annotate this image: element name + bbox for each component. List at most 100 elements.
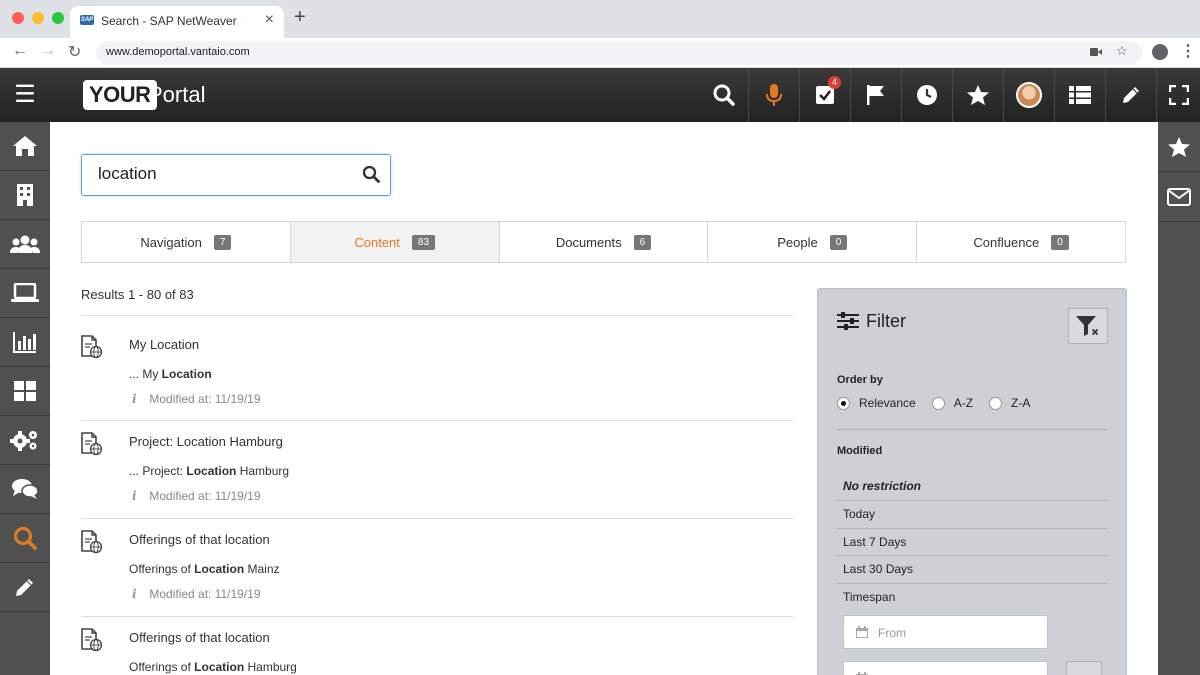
radio-z-a[interactable] <box>989 396 1003 410</box>
filter-divider <box>837 429 1107 430</box>
result-meta: i Modified at: 11/19/19 <box>132 392 261 406</box>
modified-option-last-7-days[interactable]: Last 7 Days <box>843 528 1107 556</box>
modified-option-timespan[interactable]: Timespan <box>843 583 1107 611</box>
apply-timespan-button[interactable] <box>1066 661 1102 675</box>
modified-option-today[interactable]: Today <box>843 500 1107 528</box>
result-snippet: ... My Location <box>129 367 212 381</box>
result-snippet: Offerings of Location Mainz <box>129 562 280 576</box>
results-count: Results 1 - 80 of 83 <box>81 287 194 302</box>
logo-mark[interactable]: YOUR <box>83 80 157 110</box>
edit-pencil-icon[interactable] <box>1105 68 1156 122</box>
tab-documents[interactable]: Documents 6 <box>498 222 708 262</box>
result-snippet: Offerings of Location Hamburg <box>129 660 297 674</box>
microphone-icon[interactable] <box>748 68 799 122</box>
sidebar-item-computer[interactable] <box>0 269 50 318</box>
radio-label-z-a[interactable]: Z-A <box>1011 396 1030 410</box>
result-category-tabs: Navigation 7 Content 83 Documents 6 Peop… <box>81 221 1126 263</box>
sidebar-item-reports[interactable] <box>0 318 50 367</box>
radio-relevance[interactable] <box>837 396 850 410</box>
grid-icon <box>14 381 36 401</box>
browser-profile-icon[interactable] <box>1152 44 1168 60</box>
sidebar-item-home[interactable] <box>0 122 50 171</box>
maximize-window-button[interactable] <box>52 12 64 24</box>
tab-navigation[interactable]: Navigation 7 <box>82 222 290 262</box>
left-sidebar <box>0 122 50 675</box>
flag-icon[interactable] <box>850 68 901 122</box>
browser-tab[interactable]: SAP Search - SAP NetWeaver Portal × <box>70 6 284 38</box>
portal-header: ☰ YOUR Portal 4 <box>0 68 1200 122</box>
url-bar[interactable]: www.demoportal.vantaio.com ☆ <box>96 41 1142 65</box>
from-date-field[interactable]: From <box>843 615 1048 649</box>
tab-confluence[interactable]: Confluence 0 <box>916 222 1125 262</box>
calendar-icon <box>856 626 868 638</box>
info-icon: i <box>132 587 137 601</box>
sidebar-item-chat[interactable] <box>0 465 50 514</box>
user-avatar[interactable] <box>1003 68 1054 122</box>
clear-filter-button[interactable] <box>1068 308 1108 344</box>
fullscreen-icon[interactable] <box>1156 68 1200 122</box>
result-meta: i Modified at: 11/19/19 <box>132 489 261 503</box>
clock-icon[interactable] <box>901 68 952 122</box>
star-icon <box>1168 136 1190 157</box>
building-icon <box>17 184 33 206</box>
camera-icon[interactable] <box>1090 45 1102 60</box>
tab-count-badge: 83 <box>411 234 436 250</box>
info-icon: i <box>132 392 137 406</box>
web-document-icon <box>81 628 103 657</box>
minimize-window-button[interactable] <box>32 12 44 24</box>
radio-label-relevance[interactable]: Relevance <box>859 396 916 410</box>
browser-menu-icon[interactable]: ⋮ <box>1180 41 1196 61</box>
tab-label: People <box>777 234 818 250</box>
gears-icon <box>10 431 37 451</box>
filter-clear-icon <box>1076 316 1100 337</box>
search-input[interactable] <box>98 164 348 184</box>
tab-people[interactable]: People 0 <box>707 222 916 262</box>
radio-label-a-z[interactable]: A-Z <box>954 396 973 410</box>
result-meta: i Modified at: 11/19/19 <box>132 587 261 601</box>
sidebar-item-dashboard[interactable] <box>0 367 50 416</box>
back-arrow-icon[interactable]: ← <box>12 42 28 60</box>
sidebar-item-edit[interactable] <box>0 563 50 612</box>
bookmark-star-icon[interactable]: ☆ <box>1116 43 1128 59</box>
search-box <box>81 154 391 196</box>
result-snippet: ... Project: Location Hamburg <box>129 464 290 478</box>
result-title-link[interactable]: Offerings of that location <box>129 532 270 547</box>
users-icon <box>10 235 40 253</box>
hamburger-menu-icon[interactable]: ☰ <box>0 68 50 122</box>
to-date-field[interactable] <box>843 661 1048 675</box>
header-search-icon[interactable] <box>698 68 749 122</box>
result-title-link[interactable]: Offerings of that location <box>129 630 270 645</box>
search-submit-icon[interactable] <box>362 165 380 188</box>
tab-content[interactable]: Content 83 <box>289 222 499 262</box>
filter-panel: Filter Order by Relevance A-Z Z-A Modifi… <box>817 288 1127 675</box>
sliders-icon <box>837 312 859 335</box>
new-tab-button[interactable]: + <box>294 6 306 29</box>
modified-option-no-restriction[interactable]: No restriction <box>843 472 1107 500</box>
right-favorites-button[interactable] <box>1158 122 1200 172</box>
tab-count-badge: 0 <box>1051 234 1069 250</box>
modified-label: Modified <box>837 445 883 457</box>
sidebar-item-search[interactable] <box>0 514 50 563</box>
filter-title: Filter <box>866 311 906 331</box>
forward-arrow-icon[interactable]: → <box>40 42 56 60</box>
info-icon: i <box>132 489 137 503</box>
modified-option-last-30-days[interactable]: Last 30 Days <box>843 555 1107 583</box>
right-mail-button[interactable] <box>1158 172 1200 222</box>
close-window-button[interactable] <box>12 12 24 24</box>
result-title-link[interactable]: My Location <box>129 337 199 352</box>
results-divider <box>81 518 793 519</box>
chat-bubbles-icon <box>12 479 39 499</box>
sidebar-item-settings[interactable] <box>0 416 50 465</box>
result-title-link[interactable]: Project: Location Hamburg <box>129 434 283 449</box>
list-view-icon[interactable] <box>1054 68 1105 122</box>
favorites-star-icon[interactable] <box>952 68 1003 122</box>
radio-a-z[interactable] <box>931 396 945 410</box>
sidebar-item-company[interactable] <box>0 171 50 220</box>
order-by-radios: Relevance A-Z Z-A <box>837 396 1046 410</box>
tasks-checkbox-icon[interactable]: 4 <box>799 68 850 122</box>
tab-close-icon[interactable]: × <box>265 11 274 29</box>
sidebar-item-people[interactable] <box>0 220 50 269</box>
logo-text[interactable]: Portal <box>148 82 205 108</box>
reload-icon[interactable]: ↻ <box>68 42 81 62</box>
from-placeholder: From <box>878 626 906 640</box>
